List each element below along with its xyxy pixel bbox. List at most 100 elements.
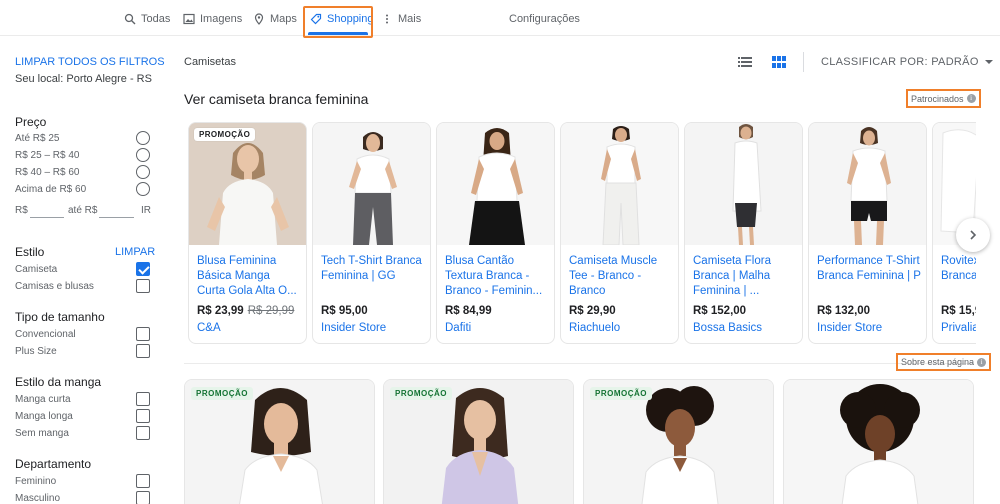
price-radio-25-40[interactable] [136, 148, 150, 162]
checkbox-sem-manga[interactable] [136, 426, 150, 440]
product-price: R$ 84,99 [445, 305, 492, 317]
product-image [561, 123, 678, 245]
filter-sidebar: LIMPAR TODOS OS FILTROS Seu local: Porto… [0, 36, 165, 504]
max-price-label: até R$ [68, 205, 98, 216]
product-price: R$ 152,00 [693, 305, 746, 317]
style-option-label: Camisas e blusas [15, 281, 94, 292]
price-radio-ate-25[interactable] [136, 131, 150, 145]
product-title: Blusa Feminina Básica Manga Curta Gola A… [197, 255, 297, 297]
product-card[interactable]: Tech T-Shirt Branca Feminina | GG R$ 95,… [312, 122, 431, 344]
product-card[interactable]: Blusa Cantão Textura Branca - Branco - F… [436, 122, 555, 344]
style-clear-link[interactable]: LIMPAR [115, 246, 155, 258]
department-heading: Departamento [15, 457, 92, 471]
tab-label: Maps [270, 13, 297, 25]
product-title: Camiseta Flora Branca | Malha Feminina |… [693, 255, 771, 297]
clear-all-filters-link[interactable]: LIMPAR TODOS OS FILTROS [15, 56, 165, 68]
tab-label: Todas [141, 13, 171, 25]
promo-badge: PROMOÇÃO [191, 387, 253, 400]
store-name: Bossa Basics [693, 322, 763, 334]
size-type-heading: Tipo de tamanho [15, 310, 105, 324]
old-price: R$ 29,99 [247, 305, 295, 317]
tab-todas[interactable]: Todas [124, 8, 170, 30]
price-option-label: Acima de R$ 60 [15, 184, 87, 195]
price-radio-40-60[interactable] [136, 165, 150, 179]
style-heading: Estilo [15, 245, 45, 259]
price-option-label: R$ 40 – R$ 60 [15, 167, 80, 178]
info-icon: i [977, 357, 987, 367]
price-go-button[interactable]: IR [141, 205, 151, 216]
checkbox-masculino[interactable] [136, 491, 150, 504]
product-image [437, 123, 554, 245]
sort-dropdown[interactable]: CLASSIFICAR POR: PADRÃO [821, 56, 993, 68]
product-image [809, 123, 926, 245]
product-image [685, 123, 802, 245]
price-radio-acima-60[interactable] [136, 182, 150, 196]
department-option-label: Feminino [15, 476, 57, 487]
sponsored-text: Patrocinados [911, 93, 964, 104]
toolbar-divider [803, 52, 804, 72]
location-text: Seu local: Porto Alegre - RS [15, 73, 152, 85]
price-value: R$ 132,00 [817, 305, 871, 317]
grid-product-card[interactable] [783, 379, 974, 504]
department-option-label: Masculino [15, 493, 61, 504]
price-option-label: Até R$ 25 [15, 133, 60, 144]
product-image [189, 123, 306, 245]
checkbox-convencional[interactable] [136, 327, 150, 341]
product-price: R$ 15,9 [941, 305, 976, 317]
checkbox-manga-longa[interactable] [136, 409, 150, 423]
sleeve-option-label: Manga curta [15, 394, 71, 405]
checkbox-plus-size[interactable] [136, 344, 150, 358]
tab-mais[interactable]: Mais [381, 8, 421, 30]
product-price: R$ 132,00 [817, 305, 870, 317]
list-view-icon[interactable] [738, 56, 752, 68]
product-title: Camiseta Muscle Tee - Branco - Branco [569, 255, 658, 297]
store-name: C&A [197, 322, 221, 334]
price-value: R$ 95,00 [321, 305, 368, 317]
promo-badge: PROMOÇÃO [590, 387, 652, 400]
price-value: R$ 29,90 [569, 305, 616, 317]
carousel-next-button[interactable] [956, 218, 990, 252]
active-tab-indicator [308, 32, 368, 35]
grid-view-icon[interactable] [772, 56, 786, 68]
grid-product-card[interactable]: PROMOÇÃO [184, 379, 375, 504]
product-card[interactable]: Camiseta Muscle Tee - Branco - Branco R$… [560, 122, 679, 344]
promo-badge: PROMOÇÃO [390, 387, 452, 400]
checkbox-camisas-blusas[interactable] [136, 279, 150, 293]
about-this-page-link[interactable]: Sobre esta página i [896, 353, 992, 371]
more-vert-icon [386, 14, 388, 24]
product-card[interactable]: PROMOÇÃO Blusa Feminina Básica Manga Cur… [188, 122, 307, 344]
info-icon: i [966, 94, 976, 103]
grid-product-card[interactable]: PROMOÇÃO [583, 379, 774, 504]
product-image [784, 380, 973, 504]
product-price: R$ 29,90 [569, 305, 616, 317]
product-title: Performance T-Shirt Branca Feminina | P [817, 255, 921, 282]
breadcrumb: Camisetas [184, 56, 236, 68]
price-option-label: R$ 25 – R$ 40 [15, 150, 80, 161]
max-price-input[interactable] [99, 204, 134, 218]
top-nav: Todas Imagens Maps Shopping Mais Configu… [0, 0, 1000, 38]
checkbox-manga-curta[interactable] [136, 392, 150, 406]
product-image [313, 123, 430, 245]
checkbox-feminino[interactable] [136, 474, 150, 488]
min-price-input[interactable] [30, 204, 64, 218]
price-value: R$ 152,00 [693, 305, 747, 317]
store-name: Insider Store [817, 322, 883, 334]
sponsored-label[interactable]: Patrocinados i [906, 89, 981, 108]
tab-label: Imagens [200, 13, 243, 25]
product-card[interactable]: Performance T-Shirt Branca Feminina | P … [808, 122, 927, 344]
price-value: R$ 84,99 [445, 305, 492, 317]
caret-down-icon [984, 60, 993, 64]
tab-maps[interactable]: Maps [253, 8, 297, 30]
product-title: Rovitex Blusa C Branca [941, 255, 976, 282]
checkbox-camiseta[interactable] [136, 262, 150, 276]
product-card[interactable]: Camiseta Flora Branca | Malha Feminina |… [684, 122, 803, 344]
tab-label: Mais [398, 13, 422, 25]
sleeve-option-label: Manga longa [15, 411, 73, 422]
store-name: Riachuelo [569, 322, 621, 334]
size-option-label: Plus Size [15, 346, 57, 357]
grid-product-card[interactable]: PROMOÇÃO [383, 379, 574, 504]
tab-imagens[interactable]: Imagens [183, 8, 242, 30]
settings-link[interactable]: Configurações [509, 8, 580, 30]
sort-label: CLASSIFICAR POR: PADRÃO [821, 56, 979, 68]
size-option-label: Convencional [15, 329, 76, 340]
